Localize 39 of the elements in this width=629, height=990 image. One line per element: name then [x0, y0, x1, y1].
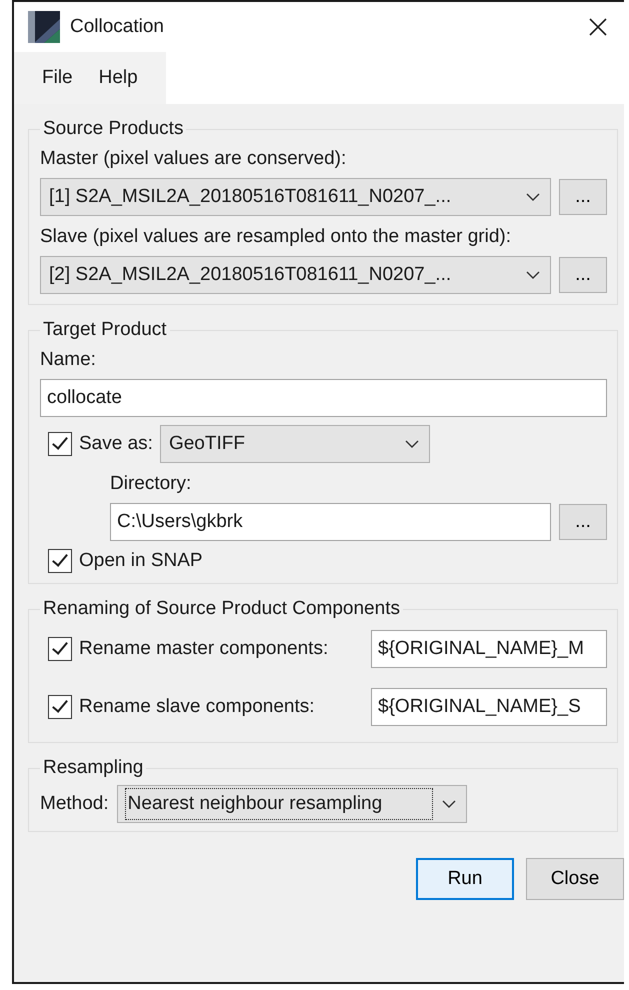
- checkbox-label: Save as:: [79, 433, 153, 455]
- name-field[interactable]: collocate: [40, 379, 607, 417]
- menu-item[interactable]: File: [28, 61, 87, 95]
- close-button[interactable]: Close: [526, 858, 624, 900]
- group-title: Source Products: [42, 118, 184, 140]
- window-title: Collocation: [70, 16, 165, 38]
- checkbox[interactable]: [48, 637, 72, 661]
- run-button[interactable]: Run: [416, 858, 514, 900]
- checkbox[interactable]: [48, 549, 72, 573]
- close-icon[interactable]: [588, 17, 608, 37]
- menu-item[interactable]: Help: [86, 61, 152, 95]
- field-label: Directory:: [110, 472, 192, 495]
- browse-button[interactable]: ...: [559, 504, 607, 540]
- directory-field[interactable]: C:\Users\gkbrk: [110, 503, 551, 541]
- pattern-field[interactable]: ${ORIGINAL_NAME}_M: [371, 630, 607, 668]
- browse-button[interactable]: ...: [559, 257, 607, 293]
- group-title: Renaming of Source Product Components: [42, 598, 401, 620]
- chevron-icon: [526, 270, 540, 280]
- dropdown[interactable]: GeoTIFF: [160, 425, 430, 463]
- chevron-icon: [404, 440, 419, 448]
- dropdown[interactable]: [2] S2A_MSIL2A_20180516T081611_N0207_...: [40, 256, 551, 294]
- checkbox-label: Rename master components:: [79, 638, 330, 660]
- dropdown[interactable]: [1] S2A_MSIL2A_20180516T081611_N0207_...: [40, 178, 551, 216]
- checkbox[interactable]: [48, 432, 72, 456]
- field-label: Master (pixel values are conserved):: [40, 147, 348, 170]
- field-label: Method:: [40, 793, 109, 815]
- app-logo-icon: [28, 11, 60, 43]
- pattern-field[interactable]: ${ORIGINAL_NAME}_S: [371, 688, 607, 726]
- field-label: Slave (pixel values are resampled onto the master grid):: [40, 225, 512, 248]
- chevron-icon: [526, 192, 540, 202]
- checkbox-label: Rename slave components:: [79, 696, 316, 718]
- group-title: Resampling: [42, 757, 144, 779]
- chevron-icon: [442, 800, 456, 808]
- dropdown[interactable]: Nearest neighbour resampling: [116, 785, 467, 823]
- checkbox-label: Open in SNAP: [79, 550, 203, 572]
- group-title: Target Product: [42, 319, 168, 341]
- field-label: Name:: [40, 348, 97, 371]
- browse-button[interactable]: ...: [559, 179, 607, 215]
- checkbox[interactable]: [48, 695, 72, 719]
